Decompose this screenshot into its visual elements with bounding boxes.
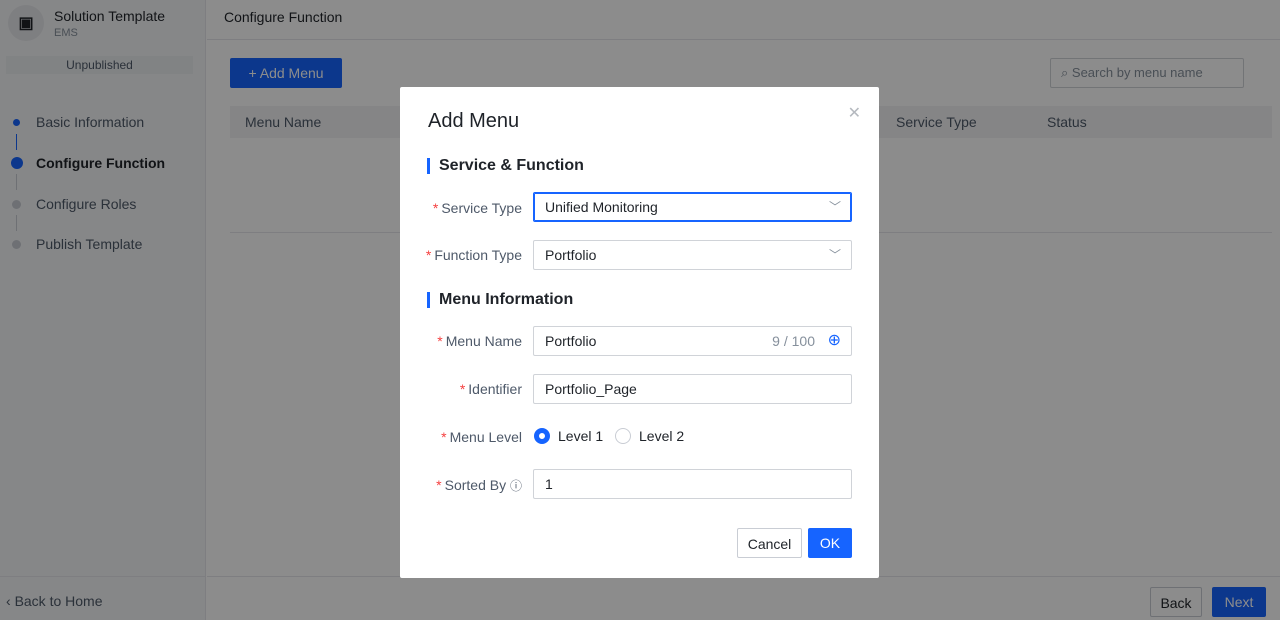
sorted-by-label: * Sorted By ⓘ (436, 477, 522, 493)
ok-button[interactable]: OK (808, 528, 852, 558)
chevron-down-icon: ﹀ (828, 200, 841, 214)
globe-icon[interactable]: ⊕ (828, 327, 841, 355)
add-menu-dialog: Add Menu ✕ Service & Function * Service T… (400, 87, 879, 578)
sorted-by-value: 1 (545, 476, 553, 492)
chevron-down-icon: ﹀ (828, 248, 841, 262)
section-menu-information: Menu Information (427, 292, 573, 308)
function-type-label: * Function Type (425, 247, 522, 263)
char-counter: 9 / 100 (772, 333, 815, 349)
menu-level-label: * Menu Level (441, 429, 522, 445)
service-type-label: * Service Type (432, 200, 522, 216)
service-type-value: Unified Monitoring (545, 199, 658, 215)
radio-level-2[interactable]: Level 2 (615, 428, 684, 444)
info-icon[interactable]: ⓘ (510, 479, 522, 493)
identifier-label: * Identifier (459, 381, 522, 397)
identifier-value: Portfolio_Page (545, 381, 637, 397)
radio-checked-icon (534, 428, 550, 444)
sorted-by-input[interactable]: 1 (533, 469, 852, 499)
identifier-input[interactable]: Portfolio_Page (533, 374, 852, 404)
close-icon[interactable]: ✕ (848, 103, 861, 123)
radio-label: Level 1 (558, 428, 604, 444)
function-type-value: Portfolio (545, 247, 597, 263)
service-type-select[interactable]: Unified Monitoring ﹀ (533, 192, 852, 222)
menu-name-label: * Menu Name (437, 333, 522, 349)
section-service-function: Service & Function (427, 158, 584, 174)
menu-name-value: Portfolio (545, 333, 597, 349)
radio-label: Level 2 (639, 428, 685, 444)
cancel-button[interactable]: Cancel (737, 528, 802, 558)
function-type-select[interactable]: Portfolio ﹀ (533, 240, 852, 270)
radio-level-1[interactable]: Level 1 (534, 428, 603, 444)
menu-name-input[interactable]: Portfolio 9 / 100 ⊕ (533, 326, 852, 356)
dialog-title: Add Menu (428, 110, 520, 132)
radio-unchecked-icon (615, 428, 631, 444)
